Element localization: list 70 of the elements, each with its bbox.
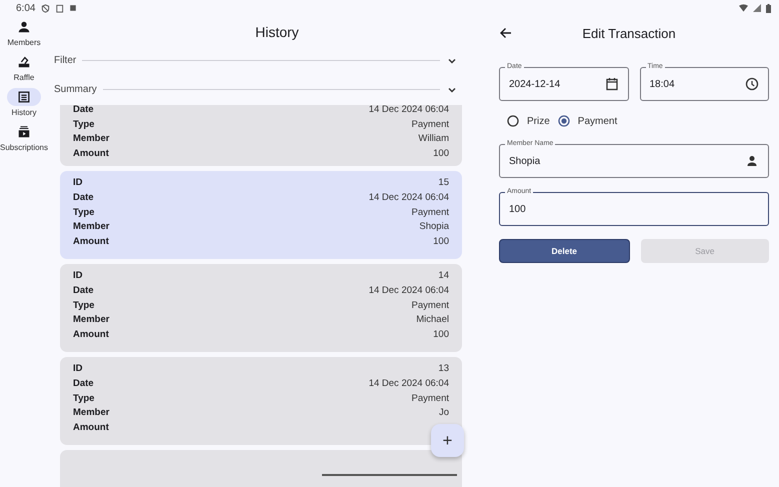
page-title: Edit Transaction	[581, 26, 677, 40]
field-value: 14 Dec 2024 06:04	[368, 376, 449, 391]
nav-item[interactable]: Subscriptions	[0, 123, 48, 152]
field-value: Payment	[412, 298, 449, 313]
field-label: ID	[73, 269, 82, 284]
nav-item[interactable]: Members	[7, 18, 41, 47]
expandable-section[interactable]: Filter	[48, 46, 464, 75]
field-value: 18:04	[650, 78, 676, 90]
field-label: Date	[73, 284, 94, 298]
field-value: 13	[438, 362, 449, 376]
wifi-icon	[739, 4, 748, 12]
square-icon	[69, 4, 78, 12]
field-label: Type	[73, 118, 94, 132]
field-value: Payment	[412, 206, 449, 220]
field-label: Date	[73, 105, 94, 117]
status-time: 6:04	[16, 2, 36, 14]
subscriptions-icon	[17, 125, 31, 139]
field-label: ID	[73, 362, 82, 376]
field-label: Date	[73, 190, 94, 205]
nav-item[interactable]: Raffle	[7, 53, 41, 82]
field-value: 100	[509, 204, 527, 214]
field-value: 14 Dec 2024 06:04	[368, 190, 449, 205]
action-button[interactable]: Delete	[499, 239, 630, 263]
calendar-icon[interactable]	[604, 77, 618, 91]
field-value: Payment	[412, 118, 449, 132]
field-value: 14 Dec 2024 06:04	[368, 284, 449, 298]
field-label: Date	[73, 376, 94, 391]
add-button[interactable]: +	[431, 424, 464, 457]
clipboard-icon	[55, 4, 64, 12]
transaction-card[interactable]: Date 14 Dec 2024 06:04 Type Payment Member William Amount 100	[60, 105, 462, 166]
field-label: Amount	[73, 420, 109, 435]
field-label: Amount	[73, 328, 109, 342]
field-value: 15	[438, 176, 449, 190]
field-label: ID	[73, 176, 82, 190]
list-icon	[17, 90, 31, 104]
field-label: Member	[73, 406, 110, 420]
field-value: Michael	[416, 313, 449, 328]
page-title: History	[254, 23, 300, 42]
field-value: Payment	[412, 392, 449, 406]
back-arrow-icon[interactable]	[499, 26, 513, 40]
field-label: Member	[73, 313, 110, 328]
person-icon	[745, 154, 759, 168]
transaction-card[interactable]: ID 15 Date 14 Dec 2024 06:04 Type Payment Member Shopia Amount 100	[60, 171, 462, 260]
field-label: Amount	[73, 234, 109, 249]
field-value: 2024-12-14	[509, 78, 562, 90]
field-label: Member	[73, 132, 110, 146]
field-value: William	[418, 132, 449, 146]
field-label: Type	[73, 206, 94, 220]
field-value: Jo	[438, 406, 449, 420]
field-value: 14 Dec 2024 06:04	[368, 105, 449, 117]
field-label: Amount	[73, 146, 109, 161]
person-icon	[17, 20, 31, 34]
field-label: Type	[73, 392, 94, 406]
field-value: 100	[433, 234, 449, 249]
expandable-section[interactable]: Summary	[48, 75, 464, 104]
field-label: Type	[73, 298, 94, 313]
field-label: Member	[73, 220, 110, 234]
field-value: 100	[433, 328, 449, 342]
transaction-card[interactable]: ID 14 Date 14 Dec 2024 06:04 Type Payment Member Michael Amount 100	[60, 264, 462, 352]
clock-icon[interactable]	[745, 77, 759, 91]
field-value: Shopia	[419, 220, 449, 234]
signal-icon	[753, 4, 761, 12]
field-value: Shopia	[509, 156, 542, 166]
radio-option[interactable]: Prize	[507, 115, 550, 127]
shield-icon	[41, 4, 50, 12]
field-value: 14	[438, 269, 449, 284]
radio-option[interactable]: Payment	[558, 115, 618, 127]
ballot-box-icon	[17, 55, 31, 69]
battery-icon	[766, 4, 771, 12]
field-value: 100	[433, 146, 449, 161]
